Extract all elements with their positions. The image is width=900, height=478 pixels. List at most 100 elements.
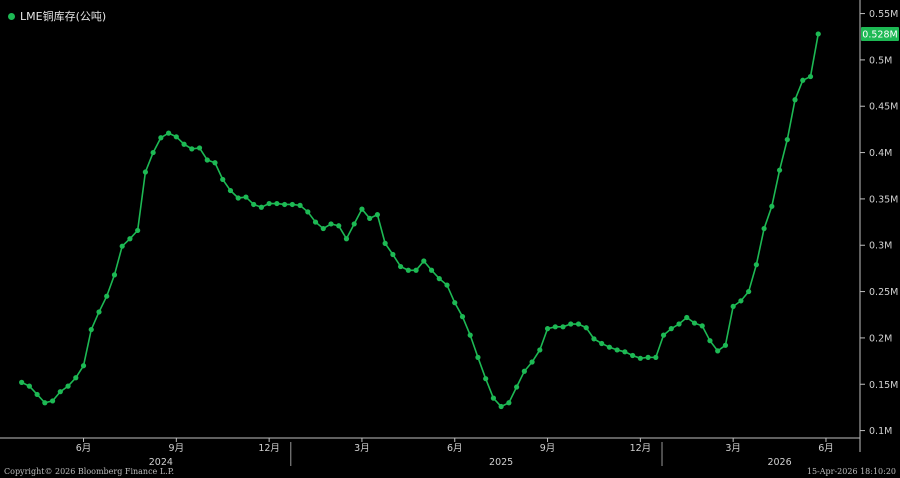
data-point [568, 321, 574, 327]
y-tick-label: 0.5M [869, 55, 892, 66]
data-point [599, 340, 605, 347]
data-point [235, 195, 241, 201]
data-point [119, 243, 125, 249]
y-tick-label: 0.45M [869, 102, 898, 113]
y-tick-label: 0.25M [869, 287, 898, 298]
y-tick-label: 0.35M [869, 194, 898, 205]
data-point [769, 203, 775, 209]
data-point [374, 212, 381, 218]
legend-dot [8, 12, 15, 20]
data-point [668, 326, 674, 332]
data-point [266, 200, 272, 207]
data-point [305, 209, 311, 215]
data-point [761, 225, 767, 232]
data-point [212, 160, 218, 166]
data-point [676, 321, 682, 327]
data-point [135, 227, 141, 234]
data-point [776, 167, 783, 173]
data-point [65, 383, 71, 389]
y-tick-label: 0.55M [869, 9, 898, 20]
data-point [459, 313, 466, 320]
data-point [173, 134, 179, 140]
data-point [614, 347, 620, 353]
data-point [413, 267, 419, 273]
data-point [444, 282, 450, 288]
data-point [637, 355, 643, 361]
data-point [653, 354, 659, 360]
data-point [57, 389, 63, 395]
y-tick-label: 0.1M [869, 426, 892, 437]
x-tick-label: 9月 [540, 443, 556, 454]
data-point [452, 300, 458, 306]
data-point [529, 359, 535, 365]
data-point [521, 368, 527, 374]
data-point [220, 176, 226, 183]
data-point [367, 215, 373, 221]
data-point [88, 326, 94, 333]
data-point [715, 348, 721, 354]
data-point [792, 97, 798, 103]
data-point [699, 323, 705, 329]
data-point [684, 314, 690, 321]
data-point [746, 288, 752, 295]
data-point [297, 202, 303, 208]
data-point [243, 194, 249, 200]
timestamp: 15-Apr-2026 18:10:20 [806, 467, 896, 476]
data-point [428, 267, 435, 273]
data-point [204, 157, 210, 163]
chart: 0.1M 0.15M 0.2M 0.25M 0.3M 0.35M 0.4M 0.45M 0.5M… [0, 0, 899, 468]
legend-label: LME铜库存(公吨) [20, 10, 107, 23]
data-point [289, 201, 295, 208]
data-point [189, 146, 195, 152]
year-label: 2026 [767, 457, 791, 468]
data-point [730, 303, 736, 310]
data-point [467, 332, 473, 338]
data-point [19, 379, 25, 385]
x-tick-label: 3月 [725, 443, 741, 454]
data-point [80, 363, 87, 369]
y-tick-label: 0.4M [869, 148, 892, 159]
data-point [544, 326, 551, 332]
data-point [421, 258, 427, 264]
x-tick-label: 6月 [447, 443, 463, 454]
data-point [490, 395, 497, 401]
series-line [21, 33, 820, 408]
data-point [258, 204, 265, 210]
data-point [227, 187, 234, 194]
x-tick-label: 6月 [818, 443, 834, 454]
data-point [622, 349, 628, 355]
data-point [506, 400, 512, 406]
data-point [42, 400, 48, 406]
data-point [784, 136, 790, 143]
data-point [660, 332, 667, 338]
data-point [158, 135, 164, 141]
data-point [630, 352, 636, 359]
data-point [96, 309, 102, 315]
data-point [691, 320, 698, 326]
data-point [722, 342, 729, 348]
y-tick-label: 0.3M [869, 241, 892, 252]
data-point [196, 145, 203, 151]
data-point [274, 200, 280, 207]
data-point [606, 344, 613, 350]
data-point [560, 324, 566, 330]
data-point [753, 262, 759, 268]
data-point [537, 347, 543, 353]
legend: LME铜库存(公吨) [8, 8, 106, 24]
data-point [251, 201, 257, 208]
x-tick-label: 12月 [258, 443, 280, 454]
data-point [336, 223, 342, 229]
data-point [142, 169, 148, 175]
data-point [359, 206, 365, 212]
data-point [390, 251, 396, 258]
data-point [328, 221, 334, 227]
data-point [343, 236, 350, 242]
x-tick-label: 9月 [169, 443, 185, 454]
data-point [282, 201, 288, 208]
year-label: 2025 [489, 457, 513, 468]
x-tick-label: 3月 [354, 443, 370, 454]
y-tick-label: 0.2M [869, 333, 892, 344]
x-tick-label: 12月 [630, 443, 652, 454]
data-point [738, 298, 744, 304]
data-point [26, 383, 32, 389]
